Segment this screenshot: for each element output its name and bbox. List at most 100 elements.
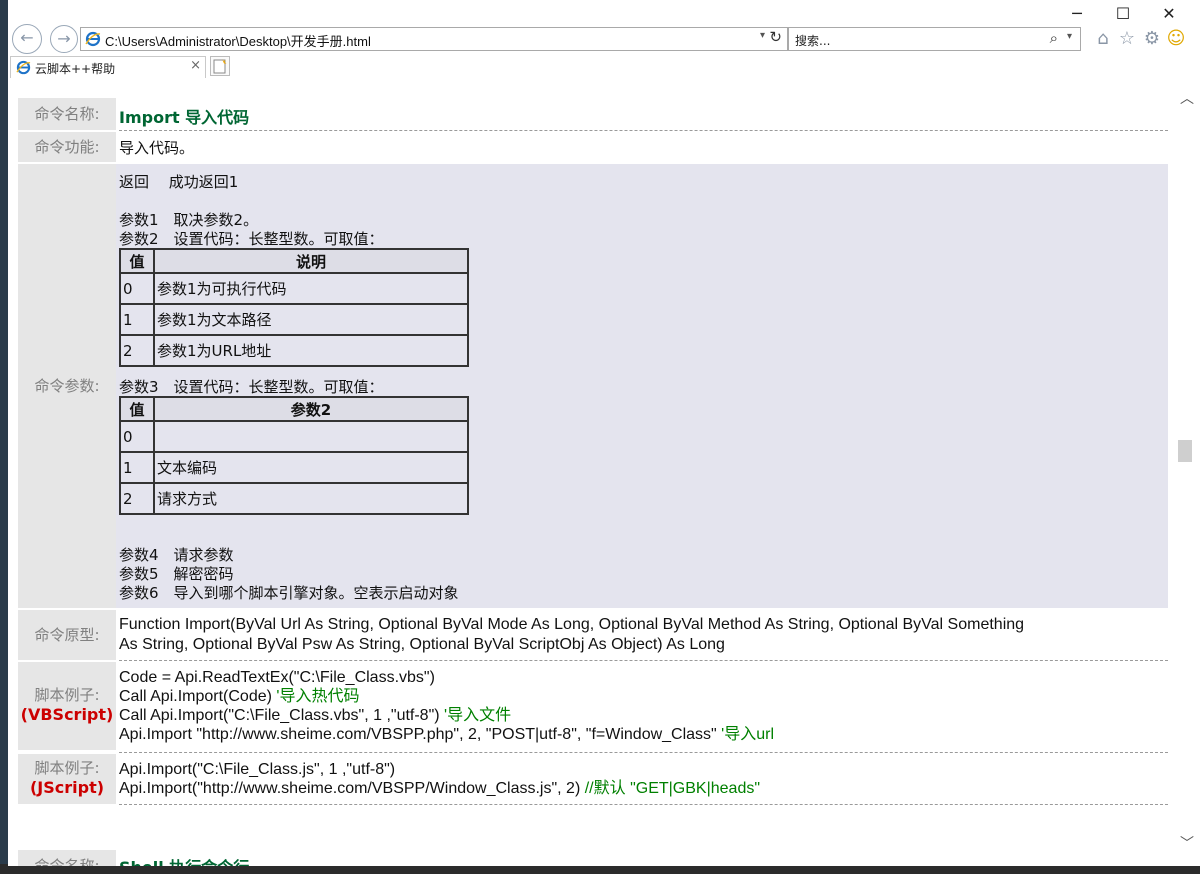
table-header: 值 bbox=[119, 248, 155, 274]
table-cell: 参数1为URL地址 bbox=[153, 334, 469, 367]
table-cell: 参数1为可执行代码 bbox=[153, 272, 469, 305]
tab-bar: 云脚本++帮助 × bbox=[8, 56, 1200, 78]
smiley-feedback-icon[interactable]: ☺ bbox=[1165, 28, 1187, 50]
param5-text: 参数5 解密密码 bbox=[119, 565, 234, 583]
param3-table: 值 参数2 0 1 文本编码 2 请求方式 bbox=[119, 396, 469, 515]
param6-text: 参数6 导入到哪个脚本引擎对象。空表示启动对象 bbox=[119, 584, 459, 602]
vbscript-lang-label: (VBScript) bbox=[20, 705, 114, 724]
ie-page-icon bbox=[85, 31, 101, 47]
command-function-label: 命令功能: bbox=[18, 132, 116, 162]
tab-title: 云脚本++帮助 bbox=[35, 62, 116, 76]
code-text: Api.Import("C:\File_Class.js", 1 ,"utf-8… bbox=[119, 761, 396, 778]
code-line: Api.Import("C:\File_Class.js", 1 ,"utf-8… bbox=[119, 760, 395, 779]
table-row: 2 参数1为URL地址 bbox=[119, 334, 469, 367]
address-text[interactable]: C:\Users\Administrator\Desktop\开发手册.html bbox=[105, 31, 371, 50]
new-tab-button[interactable] bbox=[210, 56, 230, 76]
code-text: Call Api.Import(Code) bbox=[119, 688, 277, 705]
command-name-label: 命令名称: bbox=[18, 98, 116, 130]
prototype-line-1: Function Import(ByVal Url As String, Opt… bbox=[119, 616, 1025, 633]
table-cell: 文本编码 bbox=[153, 451, 469, 484]
next-command-name-label: 命令名称: bbox=[18, 850, 116, 866]
table-cell: 1 bbox=[119, 303, 155, 336]
divider bbox=[119, 752, 1168, 753]
table-row: 2 请求方式 bbox=[119, 482, 469, 515]
tab-close-icon[interactable]: × bbox=[190, 58, 201, 73]
address-dropdown-icon[interactable]: ▾ bbox=[760, 30, 765, 41]
table-header: 说明 bbox=[153, 248, 469, 274]
table-cell: 1 bbox=[119, 451, 155, 484]
table-row: 0 参数1为可执行代码 bbox=[119, 272, 469, 305]
next-command-name-value: Shell 执行命令行 bbox=[119, 854, 249, 866]
back-button[interactable]: ← bbox=[12, 24, 42, 54]
address-bar[interactable]: C:\Users\Administrator\Desktop\开发手册.html… bbox=[80, 27, 788, 51]
code-line: Call Api.Import(Code) '导入热代码 bbox=[119, 687, 359, 706]
code-comment: '导入热代码 bbox=[276, 688, 360, 705]
browser-window: ─ ☐ ✕ ← → C:\Users\Administrator\Desktop… bbox=[8, 0, 1200, 866]
vertical-scrollbar[interactable]: ︿ ﹀ bbox=[1174, 78, 1200, 866]
navigation-bar: ← → C:\Users\Administrator\Desktop\开发手册.… bbox=[8, 24, 1200, 56]
param2-text: 参数2 设置代码：长整型数。可取值： bbox=[119, 230, 384, 248]
jscript-example-label: 脚本例子: bbox=[34, 759, 100, 777]
code-comment: '导入文件 bbox=[444, 707, 512, 724]
table-cell: 2 bbox=[119, 334, 155, 367]
vbscript-example-label: 脚本例子: bbox=[34, 686, 100, 704]
search-input[interactable]: 搜索... bbox=[795, 32, 830, 49]
search-dropdown-icon[interactable]: ▾ bbox=[1067, 31, 1072, 42]
table-row: 1 文本编码 bbox=[119, 451, 469, 484]
tab-help[interactable]: 云脚本++帮助 × bbox=[10, 56, 206, 78]
code-text: Api.Import("http://www.sheime.com/VBSPP/… bbox=[119, 780, 585, 797]
command-params-label: 命令参数: bbox=[18, 164, 116, 608]
param2-table: 值 说明 0 参数1为可执行代码 1 参数1为文本路径 2 参数1为URL地址 bbox=[119, 248, 469, 367]
scroll-down-icon[interactable]: ﹀ bbox=[1180, 833, 1194, 853]
refresh-icon[interactable]: ↻ bbox=[769, 28, 782, 46]
new-tab-icon bbox=[213, 59, 227, 74]
vbscript-example-label-box: 脚本例子: (VBScript) bbox=[18, 662, 116, 750]
code-text: Code = Api.ReadTextEx("C:\File_Class.vbs… bbox=[119, 669, 435, 686]
table-cell: 参数1为文本路径 bbox=[153, 303, 469, 336]
search-icon[interactable]: ⌕ bbox=[1050, 29, 1058, 47]
table-cell: 请求方式 bbox=[153, 482, 469, 515]
command-name-row: 命令名称: Import 导入代码 bbox=[18, 98, 1168, 131]
param3-text: 参数3 设置代码：长整型数。可取值： bbox=[119, 378, 384, 396]
command-prototype-label: 命令原型: bbox=[18, 610, 116, 660]
table-cell: 0 bbox=[119, 420, 155, 453]
code-line: Api.Import("http://www.sheime.com/VBSPP/… bbox=[119, 779, 760, 798]
table-row: 0 bbox=[119, 420, 469, 453]
table-row: 1 参数1为文本路径 bbox=[119, 303, 469, 336]
divider bbox=[119, 130, 1168, 131]
code-line: Code = Api.ReadTextEx("C:\File_Class.vbs… bbox=[119, 668, 435, 687]
favorites-star-icon[interactable]: ☆ bbox=[1116, 28, 1138, 50]
next-command-name-row: 命令名称: Shell 执行命令行 bbox=[18, 850, 1168, 866]
command-name-value: Import 导入代码 bbox=[119, 108, 250, 127]
code-line: Api.Import "http://www.sheime.com/VBSPP.… bbox=[119, 725, 774, 744]
page-content: 命令名称: Import 导入代码 命令功能: 导入代码。 命令参数: 返回 成… bbox=[8, 78, 1174, 866]
table-cell: 2 bbox=[119, 482, 155, 515]
divider bbox=[119, 660, 1168, 661]
code-comment: '导入url bbox=[721, 726, 775, 743]
prototype-line-2: As String, Optional ByVal Psw As String,… bbox=[119, 636, 725, 653]
table-cell: 0 bbox=[119, 272, 155, 305]
divider bbox=[119, 804, 1168, 805]
param1-text: 参数1 取决参数2。 bbox=[119, 211, 259, 229]
home-icon[interactable]: ⌂ bbox=[1092, 28, 1114, 50]
forward-button[interactable]: → bbox=[50, 25, 78, 53]
search-box[interactable]: 搜索... ⌕ ▾ bbox=[788, 27, 1081, 51]
settings-gear-icon[interactable]: ⚙ bbox=[1141, 28, 1163, 50]
vbscript-example-row: 脚本例子: (VBScript) Code = Api.ReadTextEx("… bbox=[18, 662, 1168, 753]
command-params-row: 命令参数: 返回 成功返回1 参数1 取决参数2。 参数2 设置代码：长整型数。… bbox=[18, 164, 1168, 608]
scrollbar-thumb[interactable] bbox=[1178, 440, 1192, 462]
scroll-up-icon[interactable]: ︿ bbox=[1180, 88, 1194, 108]
ie-tab-icon bbox=[16, 60, 31, 75]
code-text: Api.Import "http://www.sheime.com/VBSPP.… bbox=[119, 726, 722, 743]
jscript-example-label-box: 脚本例子: (JScript) bbox=[18, 754, 116, 804]
command-function-row: 命令功能: 导入代码。 bbox=[18, 132, 1168, 162]
jscript-example-row: 脚本例子: (JScript) Api.Import("C:\File_Clas… bbox=[18, 754, 1168, 805]
table-header: 参数2 bbox=[153, 396, 469, 422]
param4-text: 参数4 请求参数 bbox=[119, 546, 234, 564]
command-prototype-row: 命令原型: Function Import(ByVal Url As Strin… bbox=[18, 610, 1168, 661]
code-comment: //默认 "GET|GBK|heads" bbox=[584, 780, 761, 797]
command-function-value: 导入代码。 bbox=[119, 139, 195, 157]
code-text: Call Api.Import("C:\File_Class.vbs", 1 ,… bbox=[119, 707, 445, 724]
table-cell bbox=[153, 420, 469, 453]
jscript-lang-label: (JScript) bbox=[29, 778, 105, 797]
